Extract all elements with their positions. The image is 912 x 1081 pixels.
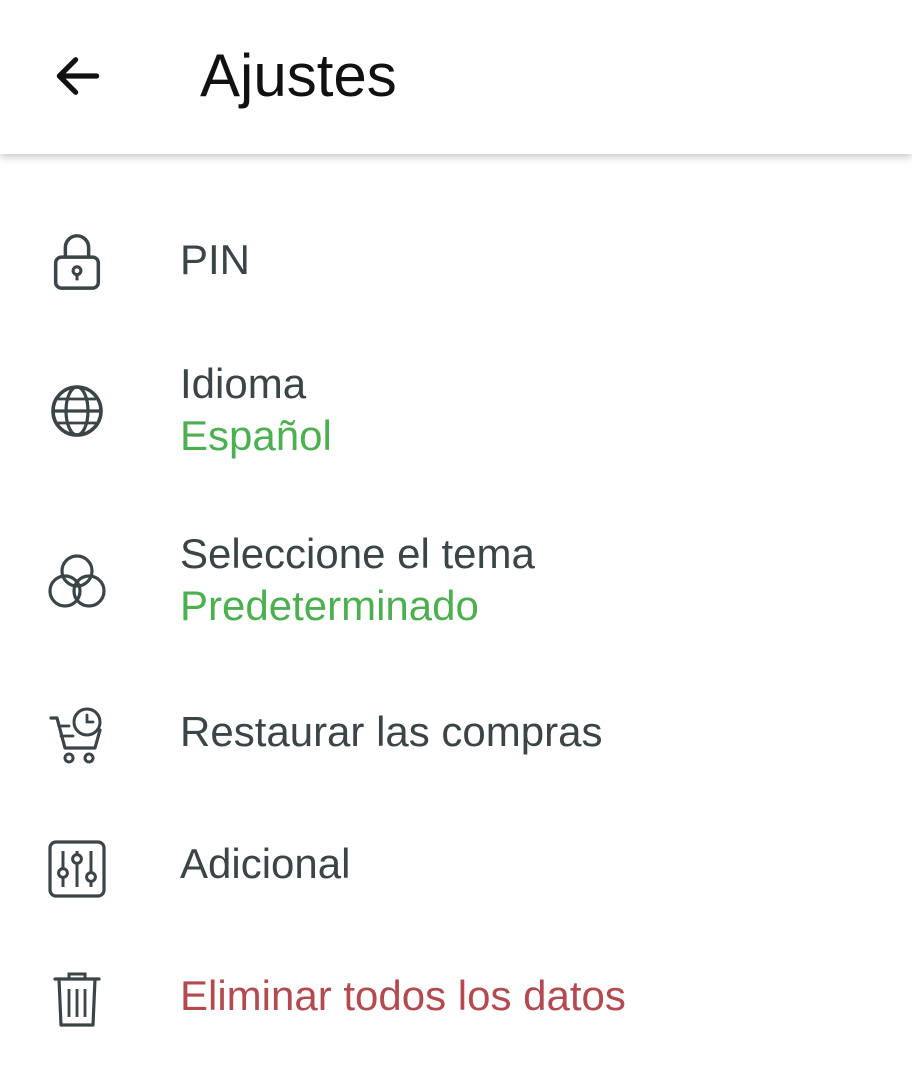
- setting-theme-value: Predeterminado: [180, 582, 479, 629]
- setting-language[interactable]: Idioma Español: [0, 354, 912, 474]
- trash-icon: [40, 962, 114, 1036]
- setting-theme-label: Seleccione el tema: [180, 530, 535, 577]
- setting-restore-purchases-label: Restaurar las compras: [180, 708, 603, 755]
- setting-language-label: Idioma: [180, 360, 307, 407]
- setting-delete-all-data[interactable]: Eliminar todos los datos: [0, 958, 912, 1050]
- page-title: Ajustes: [200, 42, 397, 109]
- theme-circles-icon: [40, 544, 114, 618]
- lock-icon: [40, 224, 114, 298]
- setting-additional[interactable]: Adicional: [0, 826, 912, 918]
- arrow-left-icon: [50, 48, 106, 104]
- setting-restore-purchases[interactable]: Restaurar las compras: [0, 694, 912, 786]
- setting-additional-label: Adicional: [180, 840, 351, 887]
- setting-theme[interactable]: Seleccione el tema Predeterminado: [0, 524, 912, 644]
- setting-language-value: Español: [180, 412, 332, 459]
- app-bar: Ajustes: [0, 0, 912, 154]
- settings-screen: Ajustes PIN Idioma Español Seleccione el…: [0, 0, 912, 1081]
- setting-pin-label: PIN: [180, 236, 251, 283]
- globe-icon: [40, 374, 114, 448]
- setting-delete-all-data-label: Eliminar todos los datos: [180, 972, 626, 1019]
- setting-pin[interactable]: PIN: [0, 214, 912, 306]
- sliders-icon: [40, 832, 114, 906]
- back-button[interactable]: [38, 36, 118, 116]
- cart-clock-icon: [40, 700, 114, 774]
